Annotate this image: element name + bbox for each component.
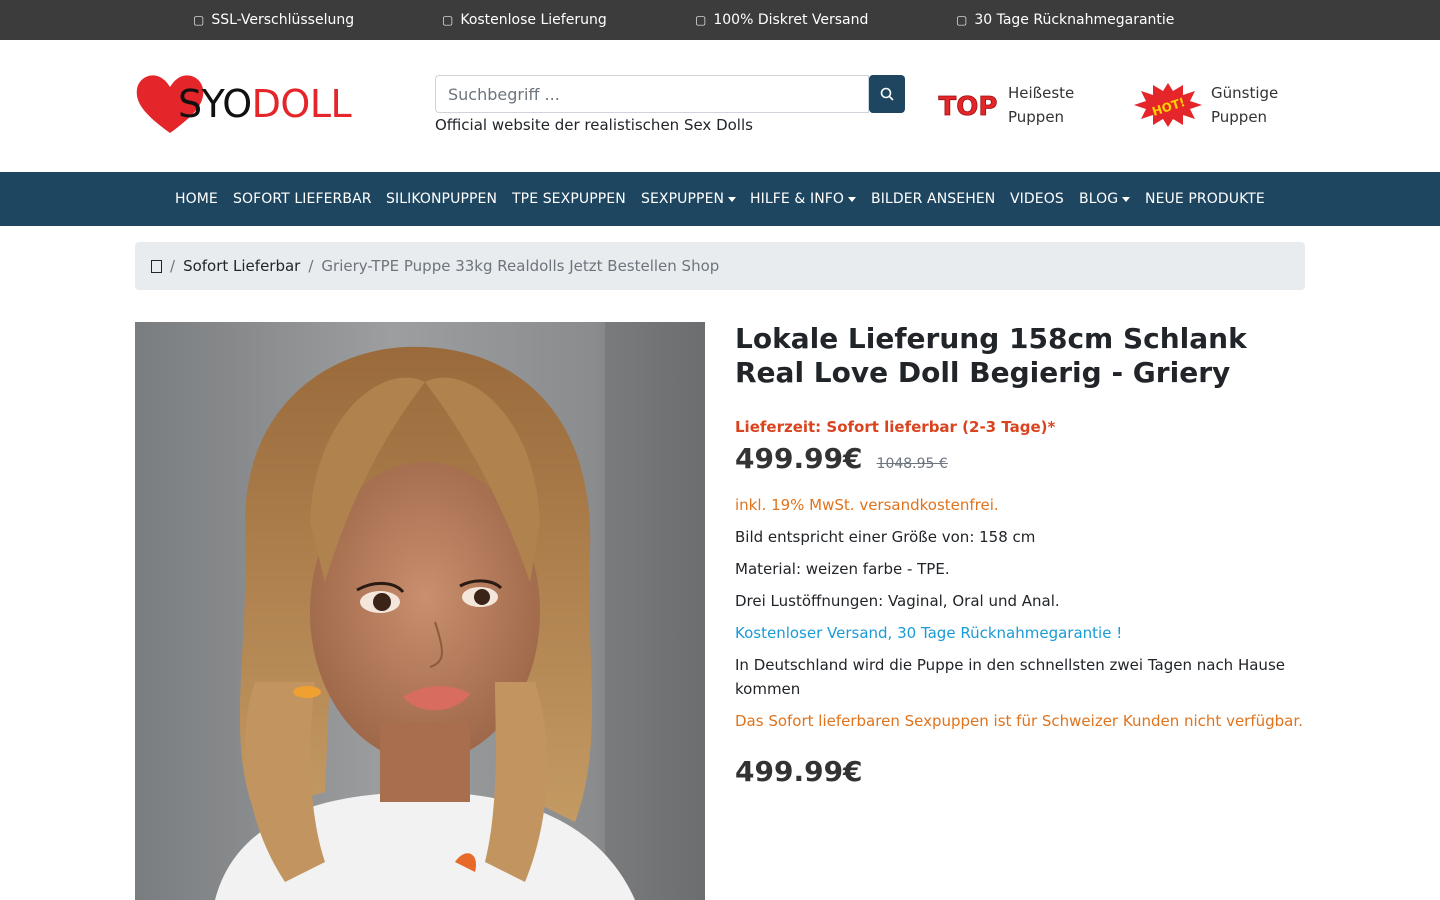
hot-badge-line2: Puppen bbox=[1211, 108, 1268, 126]
nav-home-label: HOME bbox=[175, 191, 218, 207]
germany-delivery-info: In Deutschland wird die Puppe in den sch… bbox=[735, 656, 1285, 698]
nav-tpe-sexpuppen-label: TPE SEXPUPPEN bbox=[512, 191, 626, 207]
box-icon: ▢ bbox=[695, 13, 707, 27]
logo-text-syo: SYO bbox=[178, 82, 252, 126]
top-badge-line1: Heißeste bbox=[1008, 84, 1075, 102]
nav-blog-label: BLOG bbox=[1079, 191, 1119, 207]
tagline: Official website der realistischen Sex D… bbox=[435, 116, 753, 134]
nav-silikonpuppen[interactable]: SILIKONPUPPEN bbox=[386, 172, 497, 226]
trust-label-delivery: Kostenlose Lieferung bbox=[460, 12, 607, 28]
breadcrumb: / Sofort Lieferbar / Griery-TPE Puppe 33… bbox=[135, 242, 1305, 290]
lock-icon: ▢ bbox=[193, 13, 205, 27]
trust-label-discreet: 100% Diskret Versand bbox=[713, 12, 869, 28]
caret-down-icon bbox=[728, 196, 737, 202]
nav-tpe-sexpuppen[interactable]: TPE SEXPUPPEN bbox=[512, 172, 626, 226]
nav-hilfe-info-dropdown[interactable]: HILFE & INFO bbox=[750, 172, 857, 226]
trust-label-return: 30 Tage Rücknahmegarantie bbox=[974, 12, 1175, 28]
nav-neue-produkte[interactable]: NEUE PRODUKTE bbox=[1145, 172, 1265, 226]
nav-sexpuppen-dropdown[interactable]: SEXPUPPEN bbox=[641, 172, 737, 226]
nav-silikonpuppen-label: SILIKONPUPPEN bbox=[386, 191, 498, 207]
nav-hilfe-info-label: HILFE & INFO bbox=[750, 191, 845, 207]
hot-badge-line1: Günstige bbox=[1211, 84, 1279, 102]
openings-info: Drei Lustöffnungen: Vaginal, Oral und An… bbox=[735, 592, 1060, 610]
delivery-time: Lieferzeit: Sofort lieferbar (2-3 Tage)* bbox=[735, 418, 1056, 436]
nav-videos-label: VIDEOS bbox=[1010, 191, 1064, 207]
material-info: Material: weizen farbe - TPE. bbox=[735, 560, 950, 578]
trust-label-ssl: SSL-Verschlüsselung bbox=[211, 12, 355, 28]
nav-bilder-ansehen-label: BILDER ANSEHEN bbox=[871, 191, 996, 207]
nav-neue-produkte-label: NEUE PRODUKTE bbox=[1145, 191, 1265, 207]
old-price: 1048.95 € bbox=[876, 456, 948, 472]
top-badge-icon: TOP bbox=[938, 92, 998, 123]
product-info-list: inkl. 19% MwSt. versandkostenfrei. Bild … bbox=[735, 493, 1305, 733]
product-image[interactable] bbox=[135, 322, 705, 900]
swiss-notice: Das Sofort lieferbaren Sexpuppen ist für… bbox=[735, 712, 1303, 730]
breadcrumb-separator: / bbox=[170, 257, 176, 275]
price-row: 499.99€ 1048.95 € bbox=[735, 442, 1305, 475]
trust-item-discreet: ▢ 100% Diskret Versand bbox=[695, 0, 868, 40]
search-icon bbox=[880, 87, 894, 101]
nav-sofort-lieferbar-label: SOFORT LIEFERBAR bbox=[233, 191, 372, 207]
logo-link[interactable]: SYODOLL bbox=[135, 73, 352, 133]
product-title: Lokale Lieferung 158cm Schlank Real Love… bbox=[735, 322, 1305, 390]
site-header: SYODOLL Official website der realistisch… bbox=[0, 40, 1440, 172]
current-price: 499.99€ bbox=[735, 442, 863, 475]
search-input[interactable] bbox=[435, 75, 869, 113]
svg-text:TOP: TOP bbox=[939, 92, 998, 122]
search-button[interactable] bbox=[869, 75, 905, 113]
trust-item-return: ▢ 30 Tage Rücknahmegarantie bbox=[956, 0, 1174, 40]
breadcrumb-separator: / bbox=[308, 257, 314, 275]
nav-blog-dropdown[interactable]: BLOG bbox=[1079, 172, 1131, 226]
product-title-line2: Real Love Doll Begierig - Griery bbox=[735, 356, 1231, 389]
search-bar bbox=[435, 75, 905, 113]
nav-sofort-lieferbar[interactable]: SOFORT LIEFERBAR bbox=[233, 172, 372, 226]
top-badge-line2: Puppen bbox=[1008, 108, 1065, 126]
product-title-line1: Lokale Lieferung 158cm Schlank bbox=[735, 322, 1247, 355]
nav-videos[interactable]: VIDEOS bbox=[1010, 172, 1064, 226]
size-info: Bild entspricht einer Größe von: 158 cm bbox=[735, 528, 1036, 546]
caret-down-icon bbox=[848, 196, 857, 202]
cheap-dolls-link[interactable]: HOT! Günstige Puppen bbox=[1133, 81, 1278, 129]
breadcrumb-home[interactable] bbox=[151, 259, 162, 273]
hot-badge-icon: HOT! bbox=[1134, 83, 1202, 127]
vat-info: inkl. 19% MwSt. versandkostenfrei. bbox=[735, 496, 999, 514]
return-icon: ▢ bbox=[956, 13, 968, 27]
trust-item-delivery: ▢ Kostenlose Lieferung bbox=[442, 0, 607, 40]
product-photo bbox=[135, 322, 705, 900]
truck-icon: ▢ bbox=[442, 13, 454, 27]
nav-bilder-ansehen[interactable]: BILDER ANSEHEN bbox=[871, 172, 995, 226]
nav-sexpuppen-label: SEXPUPPEN bbox=[641, 191, 725, 207]
breadcrumb-sofort-lieferbar[interactable]: Sofort Lieferbar bbox=[183, 257, 300, 275]
shipping-info: Kostenloser Versand, 30 Tage Rücknahmega… bbox=[735, 624, 1123, 642]
logo-text-doll: DOLL bbox=[251, 82, 352, 126]
top-dolls-link[interactable]: TOP Heißeste Puppen bbox=[937, 81, 1074, 129]
main-nav: HOME SOFORT LIEFERBAR SILIKONPUPPEN TPE … bbox=[0, 172, 1440, 226]
caret-down-icon bbox=[1122, 196, 1131, 202]
product-details: Lokale Lieferung 158cm Schlank Real Love… bbox=[735, 322, 1305, 788]
breadcrumb-current: Griery-TPE Puppe 33kg Realdolls Jetzt Be… bbox=[321, 257, 720, 275]
home-icon bbox=[151, 259, 162, 273]
trust-bar: ▢ SSL-Verschlüsselung ▢ Kostenlose Liefe… bbox=[0, 0, 1440, 40]
nav-home[interactable]: HOME bbox=[175, 172, 218, 226]
trust-item-ssl: ▢ SSL-Verschlüsselung bbox=[193, 0, 354, 40]
price-bottom: 499.99€ bbox=[735, 755, 863, 788]
